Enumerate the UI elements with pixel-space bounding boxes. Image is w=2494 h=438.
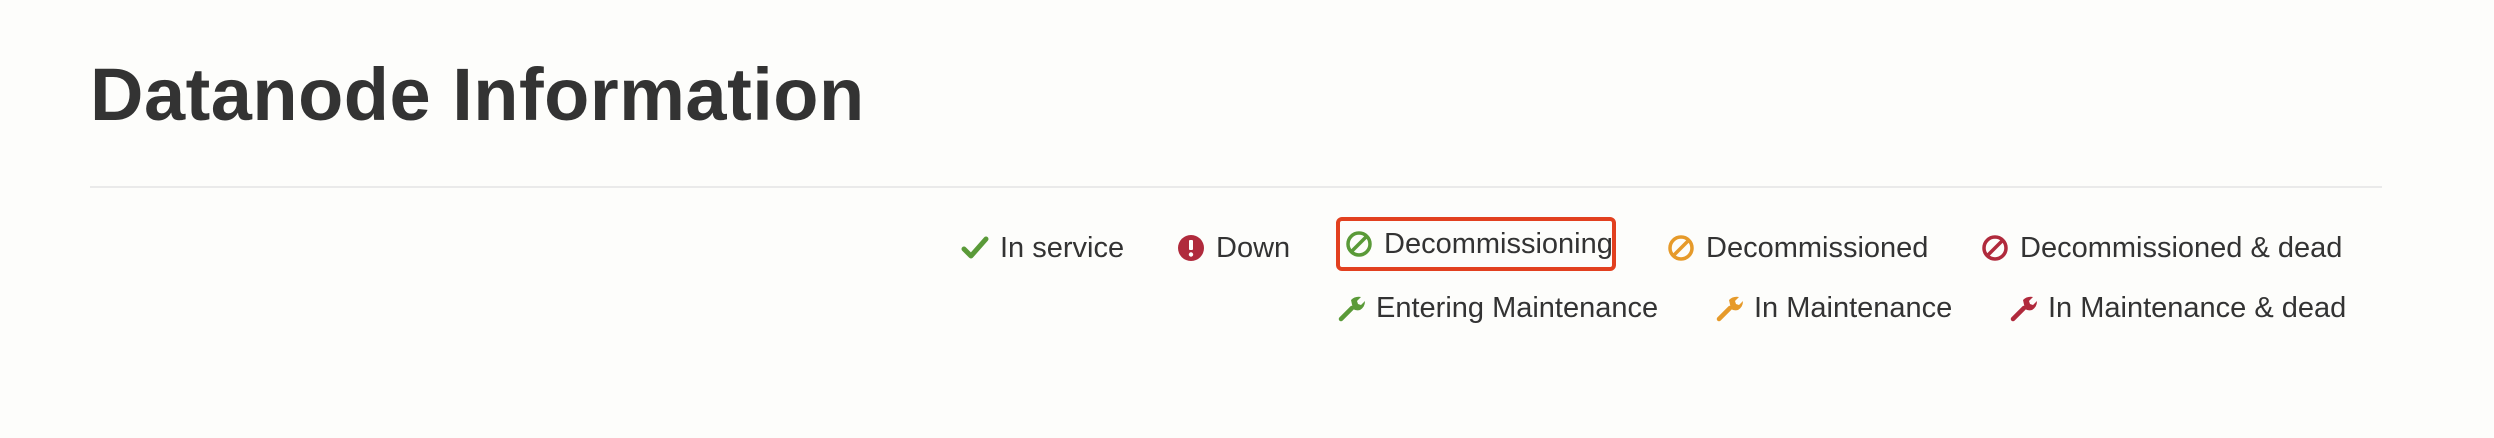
legend-in-maintenance: In Maintenance: [1714, 288, 1952, 328]
legend-label: Entering Maintenance: [1376, 291, 1659, 324]
highlight-box: [1336, 217, 1616, 271]
legend-decommissioned: Decommissioned: [1666, 228, 1928, 268]
ban-icon: [1666, 233, 1696, 263]
legend-in-service: In service: [960, 228, 1124, 268]
legend-label: In Maintenance & dead: [2048, 291, 2347, 324]
exclamation-icon: [1176, 233, 1206, 263]
legend-label: In service: [1000, 231, 1125, 264]
legend-down: Down: [1176, 228, 1290, 268]
legend-label: Decommissioned: [1706, 231, 1929, 264]
checkmark-icon: [960, 233, 990, 263]
legend-entering-maintenance: Entering Maintenance: [1336, 288, 1658, 328]
ban-icon: [1980, 233, 2010, 263]
legend-label: In Maintenance: [1754, 291, 1953, 324]
wrench-icon: [1714, 293, 1744, 323]
page-title: Datanode Information: [90, 53, 865, 136]
legend-decommissioned-dead: Decommissioned & dead: [1980, 228, 2342, 268]
legend-in-maintenance-dead: In Maintenance & dead: [2008, 288, 2346, 328]
legend-label: Decommissioned & dead: [2020, 231, 2343, 264]
title-divider: [90, 186, 2382, 188]
legend-label: Down: [1216, 231, 1291, 264]
wrench-icon: [2008, 293, 2038, 323]
wrench-icon: [1336, 293, 1366, 323]
